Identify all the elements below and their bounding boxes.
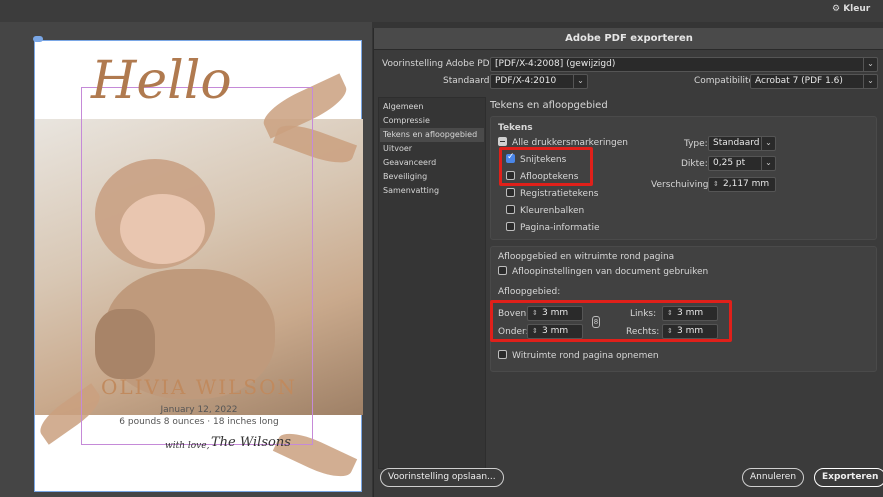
- preset-dropdown[interactable]: [PDF/X-4:2008] (gewijzigd) ⌄: [490, 57, 878, 72]
- registration-marks-checkbox[interactable]: Registratietekens: [506, 188, 599, 199]
- page-info-checkbox[interactable]: Pagina-informatie: [506, 222, 600, 233]
- bleed-bottom-stepper[interactable]: ⇕ 3 mm: [527, 324, 583, 339]
- type-dropdown[interactable]: Standaard ⌄: [708, 136, 776, 151]
- sidebar-item-advanced[interactable]: Geavanceerd: [380, 156, 484, 170]
- export-button[interactable]: Exporteren: [814, 468, 883, 487]
- sidebar-item-marks-bleeds[interactable]: Tekens en afloopgebied: [380, 128, 484, 142]
- chevron-down-icon: ⌄: [761, 136, 775, 151]
- link-icon[interactable]: 8: [592, 316, 600, 328]
- dialog-title: Adobe PDF exporteren: [374, 28, 883, 50]
- bleed-top-label: Boven:: [498, 309, 530, 319]
- frame-handle-icon[interactable]: [33, 36, 43, 42]
- save-preset-button[interactable]: Voorinstelling opslaan...: [380, 468, 504, 487]
- bleed-top-stepper[interactable]: ⇕ 3 mm: [527, 306, 583, 321]
- compat-dropdown[interactable]: Acrobat 7 (PDF 1.6) ⌄: [750, 74, 878, 89]
- chevron-down-icon: ⌄: [863, 57, 877, 72]
- offset-label: Verschuiving:: [651, 180, 712, 190]
- section-title: Tekens en afloopgebied: [490, 100, 608, 111]
- bleed-bottom-label: Onder:: [498, 327, 529, 337]
- stepper-icon: ⇕: [532, 309, 538, 317]
- stepper-icon: ⇕: [667, 327, 673, 335]
- bleed-section-title: Afloopgebied en witruimte rond pagina: [498, 252, 675, 262]
- offset-stepper[interactable]: ⇕ 2,117 mm: [708, 177, 776, 192]
- bleed-left-label: Links:: [630, 309, 657, 319]
- sidebar-item-security[interactable]: Beveiliging: [380, 170, 484, 184]
- weight-label: Dikte:: [681, 159, 708, 169]
- bleed-right-stepper[interactable]: ⇕ 3 mm: [662, 324, 718, 339]
- document-page: Hello OLIVIA WILSON January 12, 2022 6 p…: [33, 36, 363, 492]
- bleed-right-label: Rechts:: [626, 327, 660, 337]
- standard-dropdown[interactable]: PDF/X-4:2010 ⌄: [490, 74, 588, 89]
- highlight-box: [499, 147, 593, 186]
- type-label: Type:: [684, 139, 708, 149]
- chevron-down-icon: ⌄: [573, 74, 587, 89]
- use-document-bleed-checkbox[interactable]: Afloopinstellingen van document gebruike…: [498, 266, 708, 277]
- stepper-icon: ⇕: [713, 180, 719, 188]
- cancel-button[interactable]: Annuleren: [742, 468, 805, 487]
- top-strip: ⚙ Kleur: [0, 0, 883, 22]
- chevron-down-icon: ⌄: [863, 74, 877, 89]
- export-pdf-dialog: Adobe PDF exporteren Voorinstelling Adob…: [373, 28, 883, 497]
- bleed-left-stepper[interactable]: ⇕ 3 mm: [662, 306, 718, 321]
- sidebar-item-compression[interactable]: Compressie: [380, 114, 484, 128]
- sidebar-item-general[interactable]: Algemeen: [380, 100, 484, 114]
- baby-name: OLIVIA WILSON: [100, 375, 298, 399]
- color-panel-tab[interactable]: ⚙ Kleur: [832, 4, 870, 14]
- stepper-icon: ⇕: [667, 309, 673, 317]
- weight-dropdown[interactable]: 0,25 pt ⌄: [708, 156, 776, 171]
- hello-heading: Hello: [91, 51, 232, 111]
- signoff-with-love: with love,: [165, 441, 210, 451]
- signoff-family: The Wilsons: [211, 435, 291, 450]
- stepper-icon: ⇕: [532, 327, 538, 335]
- sidebar-item-summary[interactable]: Samenvatting: [380, 184, 484, 198]
- birth-date: January 12, 2022: [160, 405, 238, 415]
- standard-label: Standaard:: [443, 76, 493, 86]
- chevron-down-icon: ⌄: [761, 156, 775, 171]
- color-icon: ⚙: [832, 4, 844, 14]
- include-slug-checkbox[interactable]: Witruimte rond pagina opnemen: [498, 350, 659, 361]
- preset-label: Voorinstelling Adobe PDF:: [382, 59, 498, 69]
- bleed-area-label: Afloopgebied:: [498, 287, 561, 297]
- color-bars-checkbox[interactable]: Kleurenbalken: [506, 205, 584, 216]
- sidebar-item-output[interactable]: Uitvoer: [380, 142, 484, 156]
- birth-details: 6 pounds 8 ounces · 18 inches long: [119, 417, 279, 427]
- marks-title: Tekens: [498, 123, 533, 133]
